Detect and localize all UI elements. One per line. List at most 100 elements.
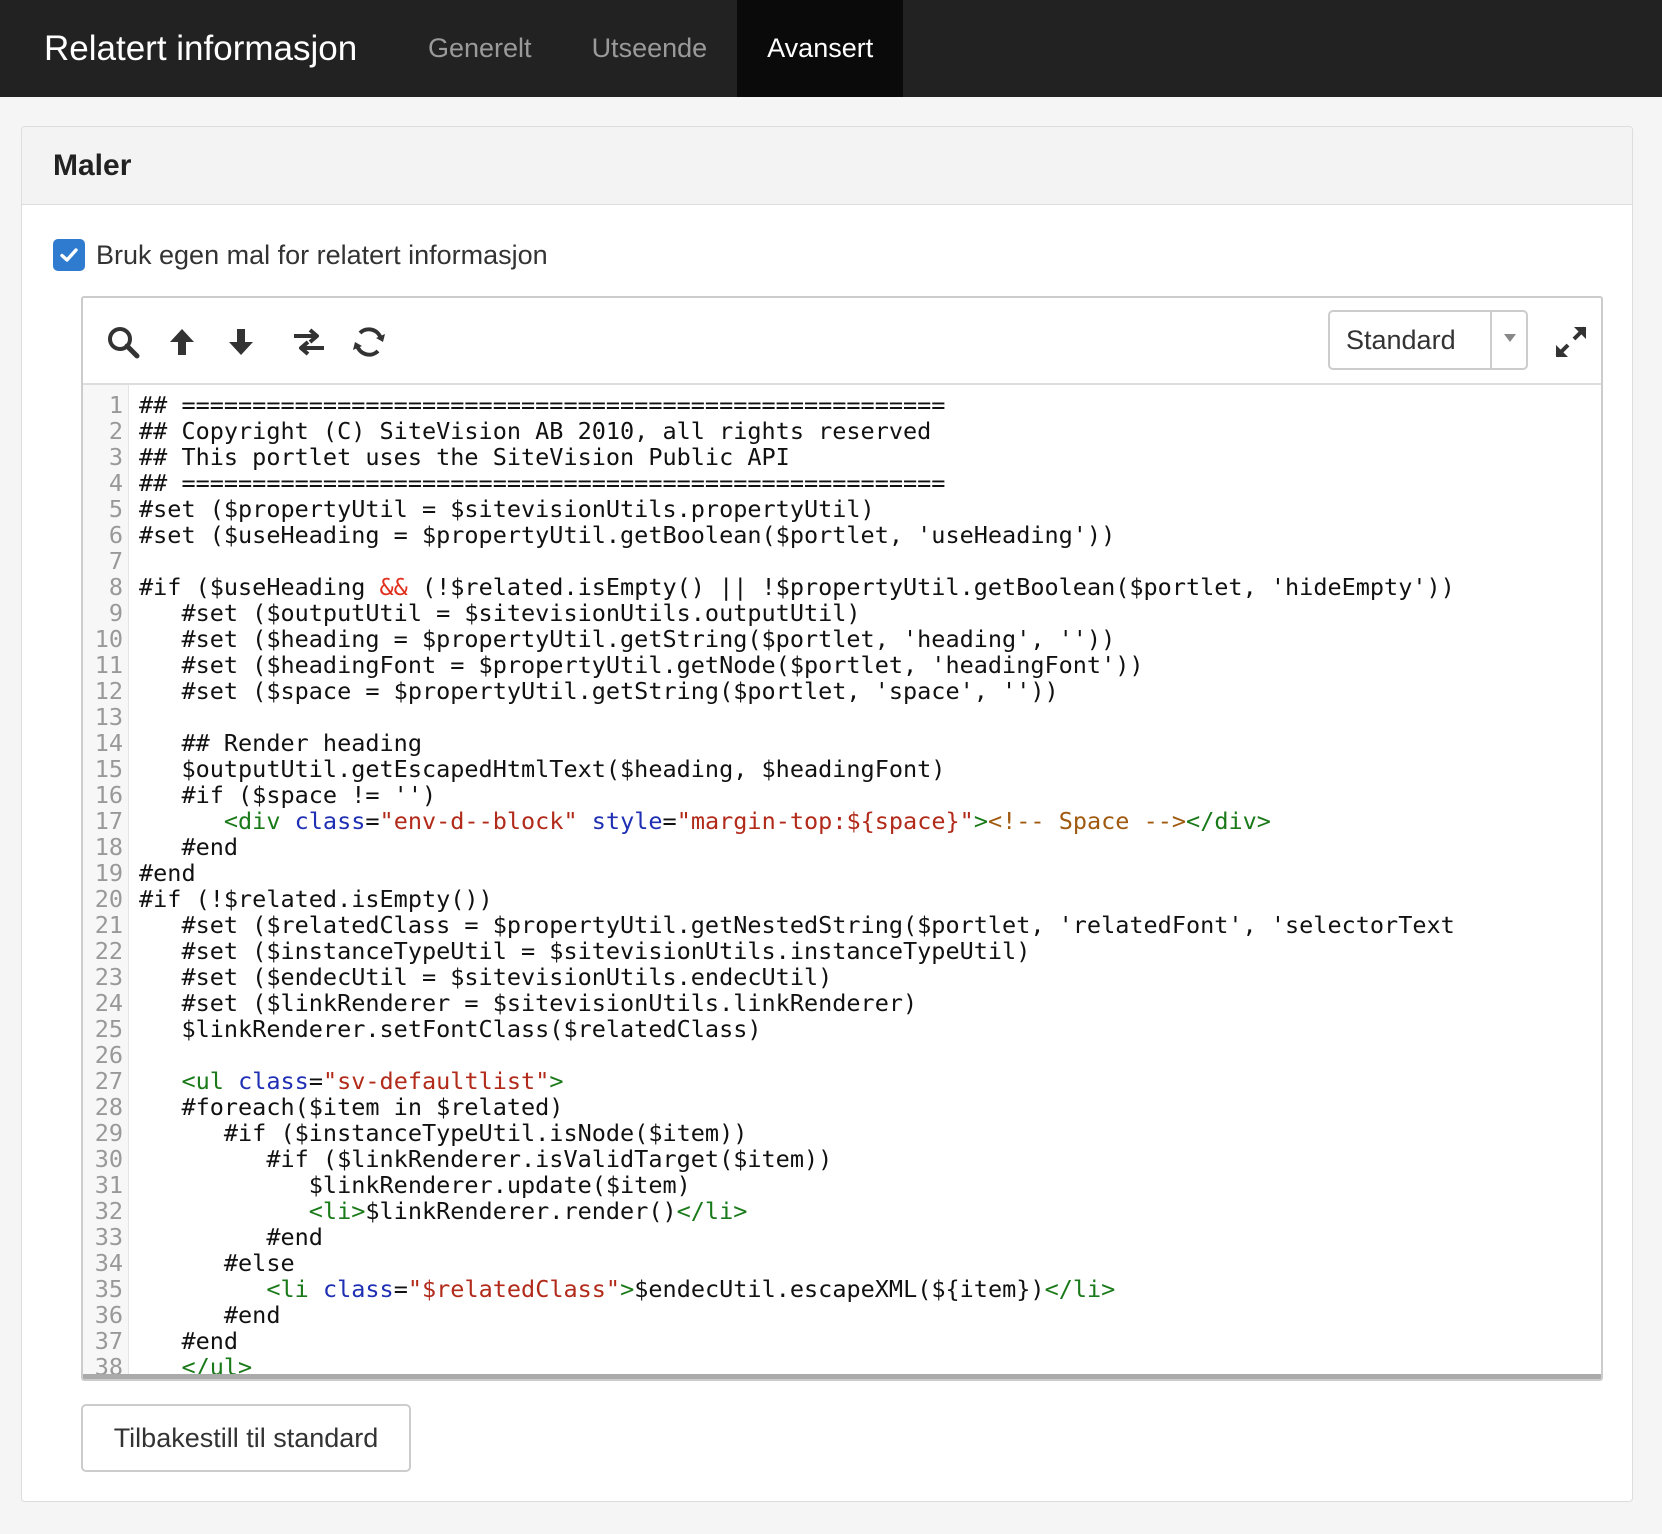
line-number: 35 [94, 1275, 123, 1303]
code-text: <li class="$relatedClass">$endecUtil.esc… [266, 1275, 1116, 1303]
chevron-down-icon [1504, 334, 1516, 342]
line-number: 8 [108, 573, 123, 601]
tab-avansert[interactable]: Avansert [737, 0, 904, 97]
code-line: 5 #set ($propertyUtil = $sitevisionUtils.… [83, 496, 1601, 522]
line-number: 1 [108, 391, 123, 419]
code-line: 24 #set ($linkRenderer = $sitevisionUtil… [83, 990, 1601, 1016]
code-line: 37 #end [83, 1328, 1601, 1354]
templates-panel: Maler Bruk egen mal for relatert informa… [21, 126, 1633, 1502]
code-text: #end [139, 1327, 239, 1355]
line-number: 3 [108, 443, 123, 471]
code-text: $linkRenderer.update($item) [139, 1171, 691, 1199]
line-number: 37 [94, 1327, 123, 1355]
app-title: Relatert informasjon [44, 29, 358, 68]
code-text: #set ($linkRenderer = $sitevisionUtils.l… [139, 989, 918, 1017]
line-number: 15 [94, 755, 123, 783]
code-line: 16 #if ($space != '') [83, 782, 1601, 808]
code-text: ## Render heading [139, 729, 422, 757]
arrow-up-icon[interactable] [162, 322, 202, 362]
line-number: 2 [108, 417, 123, 445]
code-line: 15 $outputUtil.getEscapedHtmlText($headi… [83, 756, 1601, 782]
reset-to-default-button[interactable]: Tilbakestill til standard [81, 1404, 411, 1472]
code-text: ## This portlet uses the SiteVision Publ… [139, 443, 790, 471]
line-number: 23 [94, 963, 123, 991]
code-line: 36 #end [83, 1302, 1601, 1328]
line-number: 16 [94, 781, 123, 809]
line-number: 27 [94, 1067, 123, 1095]
code-text: #if ($useHeading && (!$related.isEmpty()… [139, 573, 1455, 601]
line-number: 12 [94, 677, 123, 705]
code-text: $linkRenderer.setFontClass($relatedClass… [139, 1015, 762, 1043]
editor-mode-value: Standard [1346, 325, 1456, 355]
code-text: #set ($headingFont = $propertyUtil.getNo… [139, 651, 1144, 679]
code-editor: Standard 1 ## ===========================… [81, 296, 1603, 1381]
line-number: 11 [94, 651, 123, 679]
custom-template-label[interactable]: Bruk egen mal for relatert informasjon [96, 240, 548, 271]
custom-template-option: Bruk egen mal for relatert informasjon [53, 239, 548, 271]
checkmark-icon [60, 248, 78, 262]
code-line: 33 #end [83, 1224, 1601, 1250]
select-divider [1490, 312, 1492, 368]
code-text: #set ($space = $propertyUtil.getString($… [139, 677, 1059, 705]
arrow-down-icon[interactable] [221, 322, 261, 362]
editor-mode-select[interactable]: Standard [1328, 310, 1528, 370]
code-text: ## =====================================… [139, 469, 946, 497]
code-line: 26 [83, 1042, 1601, 1068]
code-line: 27 <ul class="sv-defaultlist"> [83, 1068, 1601, 1094]
search-icon[interactable] [103, 322, 143, 362]
line-number: 36 [94, 1301, 123, 1329]
line-number: 26 [94, 1041, 123, 1069]
code-text: #end [139, 859, 196, 887]
code-line: 4 ## ====================================… [83, 470, 1601, 496]
code-text: <li>$linkRenderer.render()</li> [308, 1197, 748, 1225]
line-number: 30 [94, 1145, 123, 1173]
code-line: 8 #if ($useHeading && (!$related.isEmpty(… [83, 574, 1601, 600]
code-line: 10 #set ($heading = $propertyUtil.getStr… [83, 626, 1601, 652]
code-text: <ul class="sv-defaultlist"> [181, 1067, 564, 1095]
line-number: 32 [94, 1197, 123, 1225]
tab-utseende[interactable]: Utseende [562, 0, 738, 97]
line-number: 34 [94, 1249, 123, 1277]
code-area[interactable]: 1 ## ====================================… [83, 385, 1601, 1379]
expand-icon[interactable] [1551, 322, 1591, 362]
code-line: 6 #set ($useHeading = $propertyUtil.getBo… [83, 522, 1601, 548]
code-text: #else [139, 1249, 295, 1277]
tab-generelt[interactable]: Generelt [398, 0, 562, 97]
panel-title: Maler [53, 149, 132, 182]
top-bar: Relatert informasjon Generelt Utseende A… [0, 0, 1662, 97]
code-line: 20 #if (!$related.isEmpty()) [83, 886, 1601, 912]
code-line: 13 [83, 704, 1601, 730]
line-number: 28 [94, 1093, 123, 1121]
code-line: 9 #set ($outputUtil = $sitevisionUtils.o… [83, 600, 1601, 626]
line-number: 6 [108, 521, 123, 549]
line-number: 13 [94, 703, 123, 731]
code-line: 25 $linkRenderer.setFontClass($relatedCl… [83, 1016, 1601, 1042]
code-line: 21 #set ($relatedClass = $propertyUtil.g… [83, 912, 1601, 938]
code-text: #if ($space != '') [139, 781, 437, 809]
code-line: 32 <li>$linkRenderer.render()</li> [83, 1198, 1601, 1224]
code-text: #if (!$related.isEmpty()) [139, 885, 493, 913]
code-line: 35 <li class="$relatedClass">$endecUtil.… [83, 1276, 1601, 1302]
line-number: 18 [94, 833, 123, 861]
line-number: 33 [94, 1223, 123, 1251]
line-number: 25 [94, 1015, 123, 1043]
editor-bottom-scrollbar[interactable] [83, 1374, 1601, 1379]
code-text: #set ($instanceTypeUtil = $sitevisionUti… [139, 937, 1031, 965]
editor-toolbar: Standard [83, 298, 1601, 385]
line-number: 7 [108, 547, 123, 575]
code-text: #if ($linkRenderer.isValidTarget($item)) [139, 1145, 833, 1173]
code-text: <div class="env-d--block" style="margin-… [223, 807, 1271, 835]
code-line: 19 #end [83, 860, 1601, 886]
code-text: $outputUtil.getEscapedHtmlText($heading,… [139, 755, 946, 783]
code-line: 17 <div class="env-d--block" style="marg… [83, 808, 1601, 834]
code-text: #foreach($item in $related) [139, 1093, 564, 1121]
refresh-icon[interactable] [349, 322, 389, 362]
custom-template-checkbox[interactable] [53, 239, 85, 271]
swap-icon[interactable] [289, 322, 329, 362]
code-line: 22 #set ($instanceTypeUtil = $sitevision… [83, 938, 1601, 964]
code-line: 2 ## Copyright (C) SiteVision AB 2010, al… [83, 418, 1601, 444]
line-number: 9 [108, 599, 123, 627]
line-number: 10 [94, 625, 123, 653]
line-number: 17 [94, 807, 123, 835]
code-line: 12 #set ($space = $propertyUtil.getStrin… [83, 678, 1601, 704]
